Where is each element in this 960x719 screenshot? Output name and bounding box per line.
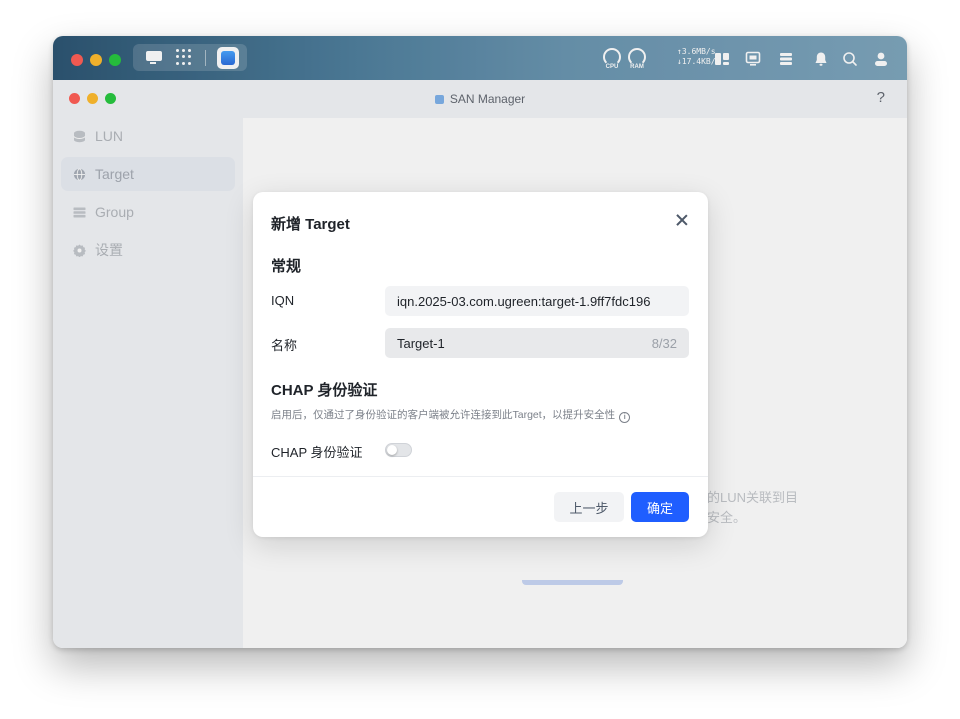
iqn-value: iqn.2025-03.com.ugreen:target-1.9ff7fdc1… bbox=[397, 293, 651, 309]
close-icon[interactable] bbox=[673, 211, 691, 229]
toggle-knob bbox=[387, 445, 397, 455]
name-char-count: 8/32 bbox=[651, 335, 677, 351]
name-label: 名称 bbox=[271, 338, 298, 353]
section-chap-heading: CHAP 身份验证 bbox=[271, 382, 378, 399]
new-target-dialog: 新增 Target 常规 IQN iqn.2025-03.com.ugreen:… bbox=[253, 192, 708, 537]
name-field[interactable]: Target-1 8/32 bbox=[385, 328, 689, 358]
dialog-title: 新增 Target bbox=[271, 216, 350, 233]
name-value: Target-1 bbox=[397, 335, 445, 351]
prev-step-button[interactable]: 上一步 bbox=[554, 492, 624, 522]
chap-description: 启用后，仅通过了身份验证的客户端被允许连接到此Target，以提升安全性 i bbox=[271, 407, 631, 423]
iqn-label: IQN bbox=[271, 293, 295, 308]
info-icon[interactable]: i bbox=[619, 412, 631, 423]
section-general-heading: 常规 bbox=[271, 258, 302, 275]
chap-description-text: 启用后，仅通过了身份验证的客户端被允许连接到此Target，以提升安全性 bbox=[271, 409, 616, 421]
confirm-button[interactable]: 确定 bbox=[631, 492, 689, 522]
chap-toggle-label: CHAP 身份验证 bbox=[271, 445, 363, 460]
chap-toggle[interactable] bbox=[385, 443, 412, 457]
iqn-field[interactable]: iqn.2025-03.com.ugreen:target-1.9ff7fdc1… bbox=[385, 286, 689, 316]
footer-divider bbox=[253, 476, 708, 477]
